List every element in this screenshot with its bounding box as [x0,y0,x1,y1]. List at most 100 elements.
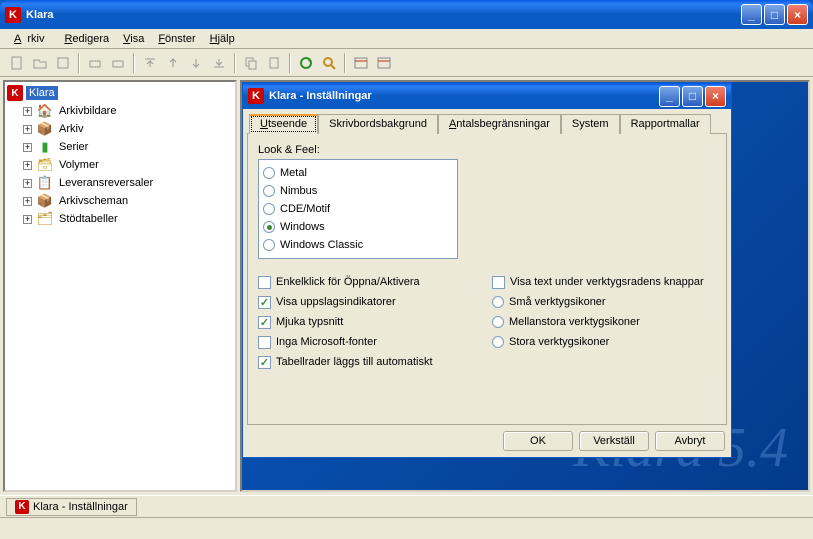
radio-label: Windows [280,221,325,233]
tool-search-icon[interactable] [318,52,340,74]
radio-icon[interactable] [263,221,275,233]
left-check-4[interactable]: ✓Tabellrader läggs till automatiskt [258,353,482,371]
radio-icon[interactable] [263,167,275,179]
expander-icon[interactable]: + [23,125,32,134]
iconsize-option-2[interactable]: Stora verktygsikoner [492,333,716,351]
radio-icon[interactable] [492,296,504,308]
lookfeel-option-0[interactable]: Metal [263,164,453,182]
dialog-minimize-button[interactable]: _ [659,86,680,107]
check-label: Enkelklick för Öppna/Aktivera [276,276,420,288]
tool-up-icon[interactable] [162,52,184,74]
radio-label: Metal [280,167,307,179]
tree-item-5[interactable]: +📦Arkivscheman [23,192,233,210]
checkbox-icon[interactable]: ✓ [258,296,271,309]
radio-label: CDE/Motif [280,203,330,215]
lookfeel-option-1[interactable]: Nimbus [263,182,453,200]
tab-antal[interactable]: Antalsbegränsningar [438,114,561,134]
lookfeel-option-4[interactable]: Windows Classic [263,236,453,254]
tool-window1-icon[interactable] [350,52,372,74]
main-titlebar[interactable]: K Klara _ □ × [0,0,813,29]
radio-icon[interactable] [263,239,275,251]
tree-item-1[interactable]: +📦Arkiv [23,120,233,138]
left-check-2[interactable]: ✓Mjuka typsnitt [258,313,482,331]
menu-fonster[interactable]: Fönster [152,31,201,47]
tree-item-2[interactable]: +▮Serier [23,138,233,156]
expander-icon[interactable]: + [23,161,32,170]
tab-system[interactable]: System [561,114,620,134]
statusbar [0,517,813,539]
avbryt-button[interactable]: Avbryt [655,431,725,451]
lookfeel-option-2[interactable]: CDE/Motif [263,200,453,218]
radio-icon[interactable] [263,203,275,215]
tool-refresh-icon[interactable] [295,52,317,74]
tool-paste-icon[interactable] [263,52,285,74]
taskbar-item[interactable]: K Klara - Inställningar [6,498,137,516]
checkbox-icon[interactable] [258,276,271,289]
tree-item-4[interactable]: +📋Leveransreversaler [23,174,233,192]
tool-copy-icon[interactable] [240,52,262,74]
tool-print2-icon[interactable] [107,52,129,74]
menu-redigera[interactable]: Redigera [58,31,115,47]
tree-node-label: Arkiv [56,122,86,136]
tree-node-icon: 📋 [37,175,53,191]
tree-item-0[interactable]: +🏠Arkivbildare [23,102,233,120]
tool-print-icon[interactable] [84,52,106,74]
lookfeel-option-3[interactable]: Windows [263,218,453,236]
tree-node-label: Stödtabeller [56,212,121,226]
menubar: Arkiv Redigera Visa Fönster Hjälp [0,29,813,49]
dialog-maximize-button[interactable]: □ [682,86,703,107]
menu-arkiv[interactable]: Arkiv [8,31,56,47]
verkstall-button[interactable]: Verkställ [579,431,649,451]
checkbox-icon[interactable]: ✓ [258,316,271,329]
tab-skrivbord[interactable]: Skrivbordsbakgrund [318,114,438,134]
expander-icon[interactable]: + [23,179,32,188]
expander-icon[interactable]: + [23,107,32,116]
tree-root[interactable]: K Klara [7,84,233,102]
radio-label: Mellanstora verktygsikoner [509,316,640,328]
checkbox-icon[interactable]: ✓ [258,356,271,369]
tree-item-6[interactable]: + 🗂Stödtabeller [23,210,233,228]
tool-save-icon[interactable] [52,52,74,74]
tool-new-icon[interactable] [6,52,28,74]
tool-top-icon[interactable] [139,52,161,74]
tab-content: Look & Feel: Metal Nimbus CDE/Motif Windows… [247,133,727,425]
minimize-button[interactable]: _ [741,4,762,25]
tab-utseende[interactable]: Utseende [249,114,318,134]
menu-visa[interactable]: Visa [117,31,150,47]
expander-icon[interactable]: + [23,197,32,206]
tool-window2-icon[interactable] [373,52,395,74]
lookfeel-label: Look & Feel: [258,144,716,156]
tree-node-icon: 🗂 [37,211,53,227]
iconsize-option-0[interactable]: Små verktygsikoner [492,293,716,311]
main-title: Klara [26,9,741,21]
left-check-3[interactable]: Inga Microsoft-fonter [258,333,482,351]
maximize-button[interactable]: □ [764,4,785,25]
radio-icon[interactable] [492,336,504,348]
left-check-1[interactable]: ✓ Visa uppslagsindikatorer [258,293,482,311]
radio-label: Nimbus [280,185,317,197]
check-label: Inga Microsoft-fonter [276,336,377,348]
iconsize-option-1[interactable]: Mellanstora verktygsikoner [492,313,716,331]
tab-rapport[interactable]: Rapportmallar [620,114,711,134]
dialog-titlebar[interactable]: K Klara - Inställningar _ □ × [243,83,731,109]
tree-item-3[interactable]: +🗃Volymer [23,156,233,174]
menu-hjalp[interactable]: Hjälp [204,31,241,47]
close-button[interactable]: × [787,4,808,25]
checkbox-icon[interactable] [492,276,505,289]
dialog-title: Klara - Inställningar [269,90,659,102]
expander-icon[interactable]: + [23,143,32,152]
right-check-0[interactable]: Visa text under verktygsradens knappar [492,273,716,291]
expander-icon[interactable]: + [23,215,32,224]
ok-button[interactable]: OK [503,431,573,451]
toolbar [0,49,813,77]
tool-down-icon[interactable] [185,52,207,74]
tree-node-icon: 🗃 [37,157,53,173]
tool-bottom-icon[interactable] [208,52,230,74]
dialog-close-button[interactable]: × [705,86,726,107]
radio-icon[interactable] [263,185,275,197]
radio-icon[interactable] [492,316,504,328]
check-label: Visa uppslagsindikatorer [276,296,396,308]
checkbox-icon[interactable] [258,336,271,349]
left-check-0[interactable]: Enkelklick för Öppna/Aktivera [258,273,482,291]
tool-open-icon[interactable] [29,52,51,74]
